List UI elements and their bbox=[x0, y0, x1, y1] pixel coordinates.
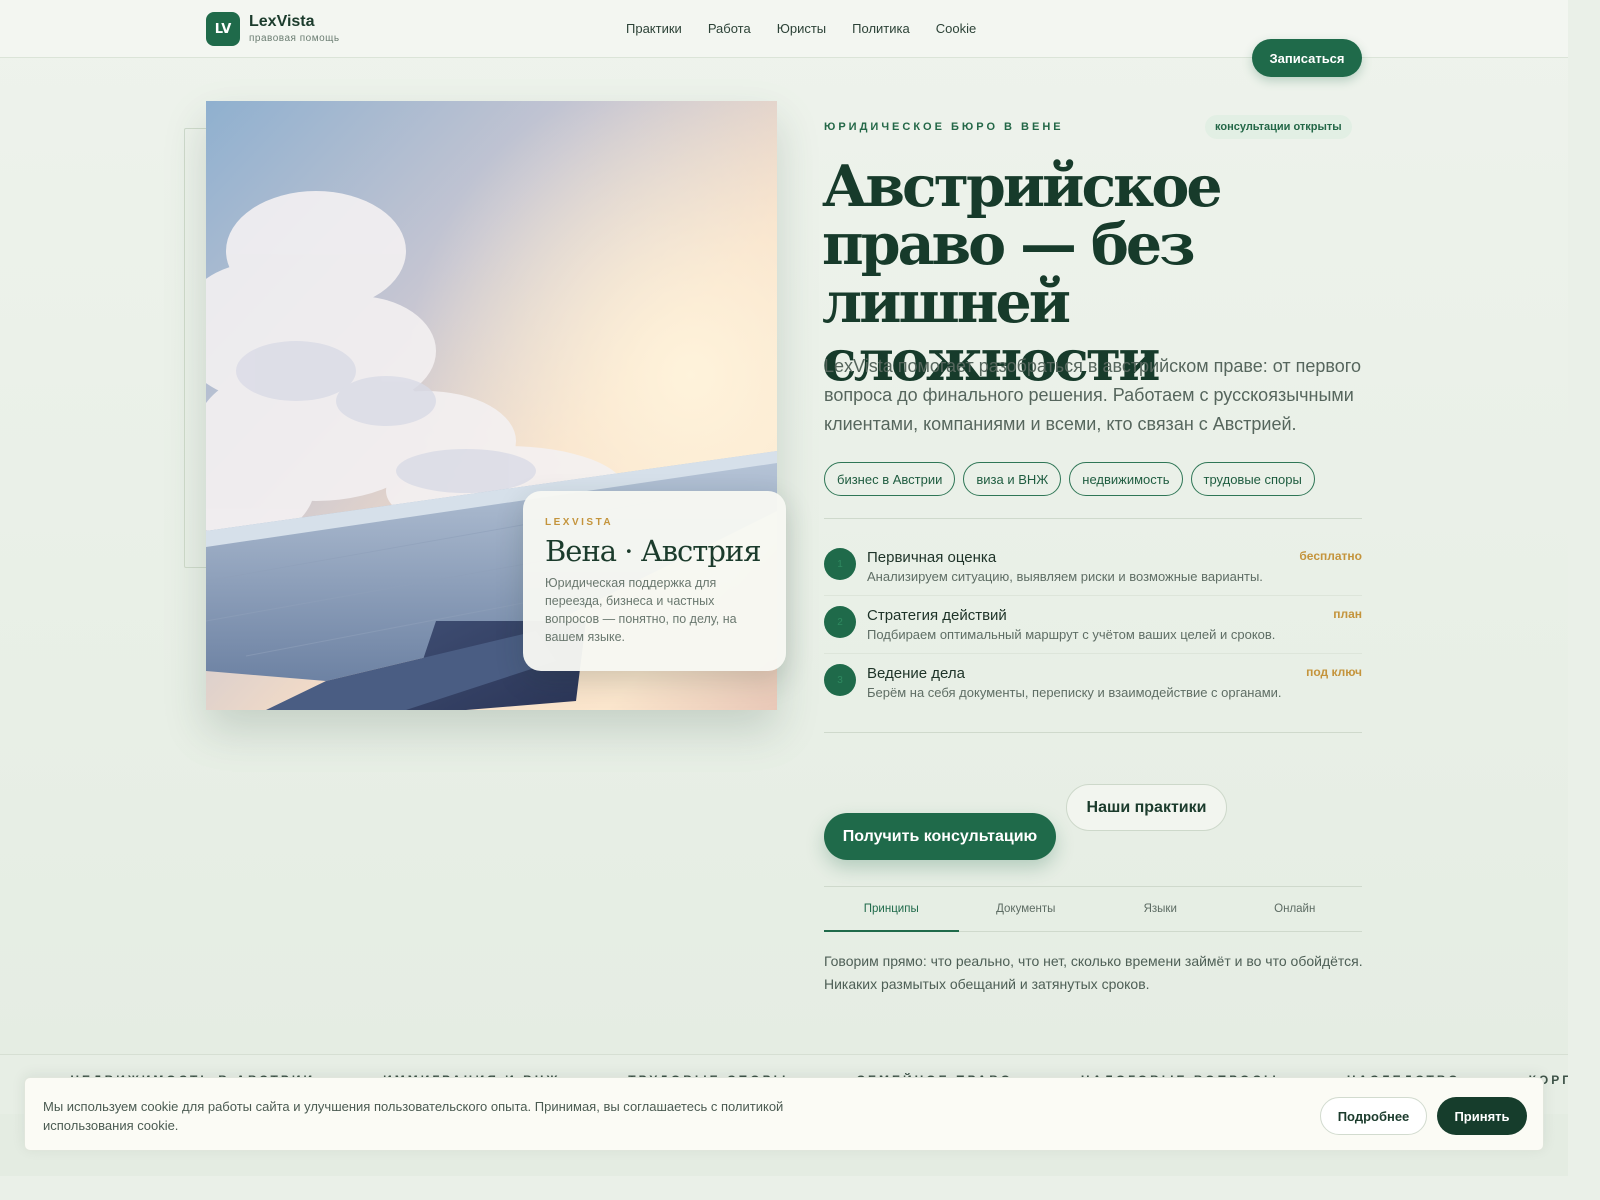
tab-languages[interactable]: Языки bbox=[1093, 887, 1228, 931]
step-number: 1 bbox=[824, 548, 856, 580]
divider bbox=[824, 732, 1362, 733]
nav-policy[interactable]: Политика bbox=[852, 21, 910, 36]
step-badge: под ключ bbox=[1306, 665, 1362, 679]
cookie-accept-button[interactable]: Принять bbox=[1437, 1097, 1527, 1135]
step-item: 1 Первичная оценка Анализируем ситуацию,… bbox=[824, 538, 1362, 596]
step-title: Ведение дела bbox=[867, 665, 965, 682]
card-kicker: LEXVISTA bbox=[545, 517, 614, 528]
step-number: 3 bbox=[824, 664, 856, 696]
cookie-more-button[interactable]: Подробнее bbox=[1320, 1097, 1427, 1135]
tag-visa[interactable]: виза и ВНЖ bbox=[963, 462, 1062, 496]
step-badge: бесплатно bbox=[1299, 549, 1362, 563]
marquee-item: О bbox=[0, 1073, 2, 1087]
lead-paragraph: LexVista помогает разобраться в австрийс… bbox=[824, 356, 1361, 434]
card-description: Юридическая поддержка для переезда, бизн… bbox=[545, 576, 737, 644]
brand-name[interactable]: LexVista bbox=[249, 13, 315, 31]
tag-list: бизнес в Австрии виза и ВНЖ недвижимость… bbox=[824, 462, 1315, 496]
info-tabs: Принципы Документы Языки Онлайн bbox=[824, 886, 1362, 932]
nav-practices[interactable]: Практики bbox=[626, 21, 682, 36]
tag-business[interactable]: бизнес в Австрии bbox=[824, 462, 956, 496]
status-badge: консультации открыты bbox=[1205, 115, 1352, 139]
logo-mark[interactable]: LV bbox=[206, 12, 240, 46]
divider bbox=[824, 518, 1362, 519]
get-consultation-button[interactable]: Получить консультацию bbox=[824, 813, 1056, 860]
tab-principles[interactable]: Принципы bbox=[824, 887, 959, 932]
step-text: Анализируем ситуацию, выявляем риски и в… bbox=[867, 569, 1263, 584]
step-text: Подбираем оптимальный маршрут с учётом в… bbox=[867, 627, 1276, 642]
step-text: Берём на себя документы, переписку и вза… bbox=[867, 685, 1282, 700]
cookie-text: Мы используем cookie для работы сайта и … bbox=[43, 1099, 784, 1133]
brand-tagline: правовая помощь bbox=[249, 33, 340, 44]
cookie-banner: Мы используем cookie для работы сайта и … bbox=[24, 1077, 1544, 1151]
step-number: 2 bbox=[824, 606, 856, 638]
tab-documents[interactable]: Документы bbox=[959, 887, 1094, 931]
main-nav: Практики Работа Юристы Политика Cookie bbox=[626, 21, 976, 36]
tab-online[interactable]: Онлайн bbox=[1228, 887, 1363, 931]
signup-button[interactable]: Записаться bbox=[1252, 39, 1362, 77]
nav-cookie[interactable]: Cookie bbox=[936, 21, 976, 36]
process-steps: 1 Первичная оценка Анализируем ситуацию,… bbox=[824, 538, 1362, 712]
nav-lawyers[interactable]: Юристы bbox=[777, 21, 826, 36]
location-card: LEXVISTA Вена · Австрия Юридическая подд… bbox=[523, 491, 786, 671]
step-item: 3 Ведение дела Берём на себя документы, … bbox=[824, 654, 1362, 712]
tag-labor[interactable]: трудовые споры bbox=[1190, 462, 1315, 496]
practices-button[interactable]: Наши практики bbox=[1066, 784, 1227, 831]
step-title: Первичная оценка bbox=[867, 549, 997, 566]
nav-work[interactable]: Работа bbox=[708, 21, 751, 36]
step-item: 2 Стратегия действий Подбираем оптимальн… bbox=[824, 596, 1362, 654]
tab-content: Говорим прямо: что реально, что нет, ско… bbox=[824, 953, 1363, 992]
eyebrow-label: ЮРИДИЧЕСКОЕ БЮРО В ВЕНЕ bbox=[824, 121, 1064, 133]
tag-realty[interactable]: недвижимость bbox=[1069, 462, 1183, 496]
step-badge: план bbox=[1333, 607, 1362, 621]
step-title: Стратегия действий bbox=[867, 607, 1007, 624]
card-city: Вена · Австрия bbox=[545, 534, 762, 568]
